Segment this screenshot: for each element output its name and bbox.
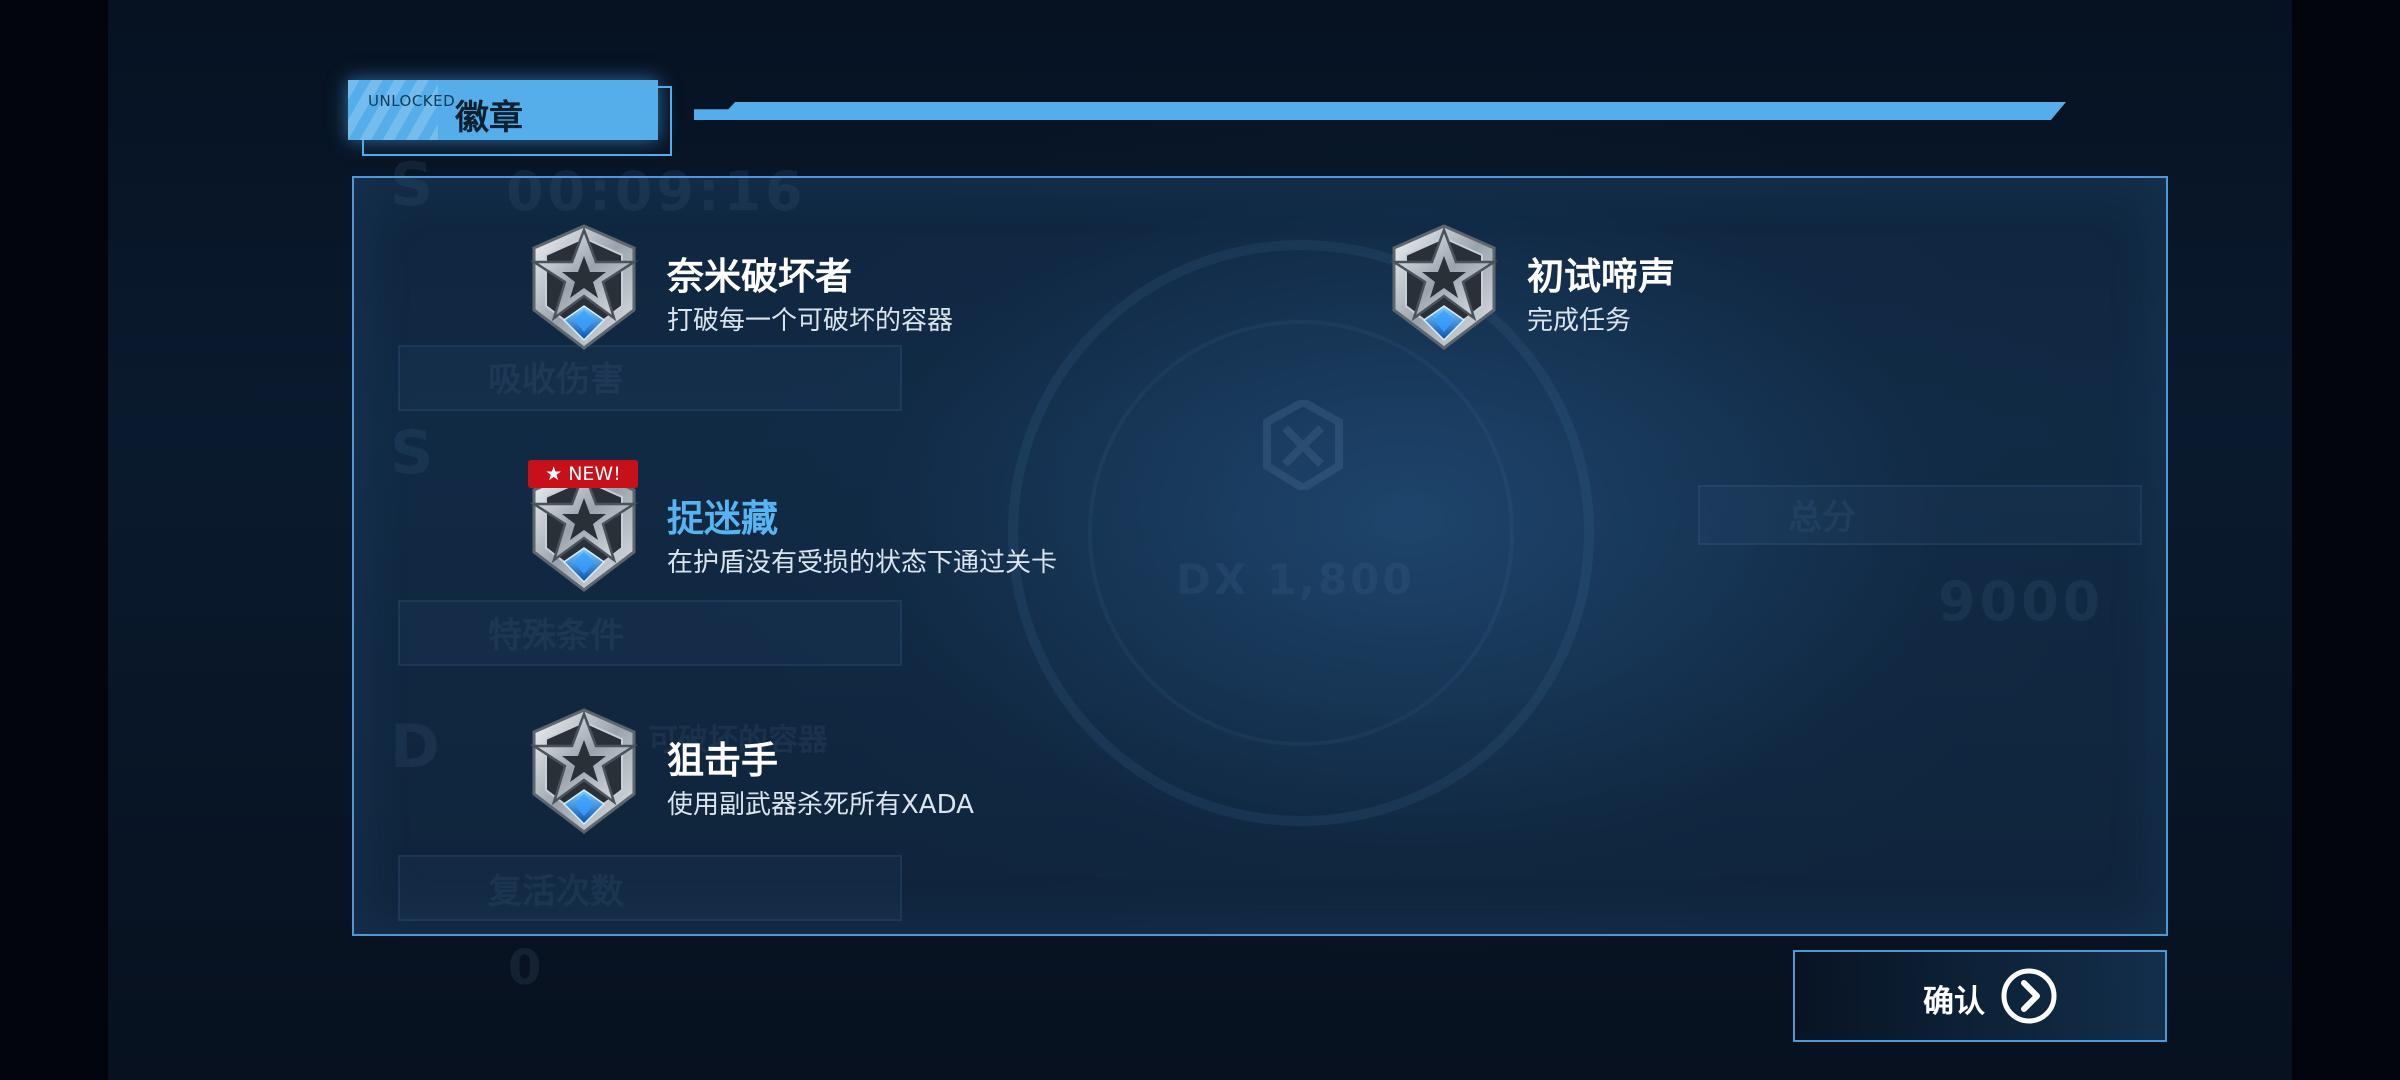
badge-item[interactable]: 奈米破坏者 打破每一个可破坏的容器 <box>524 222 1044 362</box>
header-bar <box>694 102 2066 120</box>
badge-title: 捉迷藏 <box>667 497 778 540</box>
chevron-right-circle-icon <box>2001 968 2057 1024</box>
confirm-button[interactable]: 确认 <box>1793 950 2167 1042</box>
badge-item[interactable]: 狙击手 使用副武器杀死所有XADA <box>524 706 1044 846</box>
confirm-label: 确认 <box>1923 984 1985 1020</box>
badge-title: 初试啼声 <box>1527 255 1675 298</box>
badge-description: 打破每一个可破坏的容器 <box>667 306 954 336</box>
ghost-zero: 0 <box>508 940 542 996</box>
badge-item[interactable]: ★ NEW! 捉迷藏 在护盾没有受损的状态下通过关卡 <box>524 460 1144 604</box>
star-badge-icon <box>529 708 639 834</box>
star-badge-icon <box>1389 224 1499 350</box>
page-title: 徽章 <box>455 98 523 138</box>
badge-description: 完成任务 <box>1527 306 1632 336</box>
unlocked-label: UNLOCKED <box>368 92 456 110</box>
new-badge-tag: ★ NEW! <box>528 460 638 488</box>
badge-description: 使用副武器杀死所有XADA <box>667 790 974 820</box>
badges-panel: 奈米破坏者 打破每一个可破坏的容器 初试啼声 完成任务 ★ NEW! 捉迷藏 在… <box>352 176 2168 936</box>
badge-description: 在护盾没有受损的状态下通过关卡 <box>667 548 1058 578</box>
badge-title: 狙击手 <box>667 739 778 782</box>
star-badge-icon <box>529 224 639 350</box>
badge-item[interactable]: 初试啼声 完成任务 <box>1384 222 1904 362</box>
badge-title: 奈米破坏者 <box>667 255 852 298</box>
